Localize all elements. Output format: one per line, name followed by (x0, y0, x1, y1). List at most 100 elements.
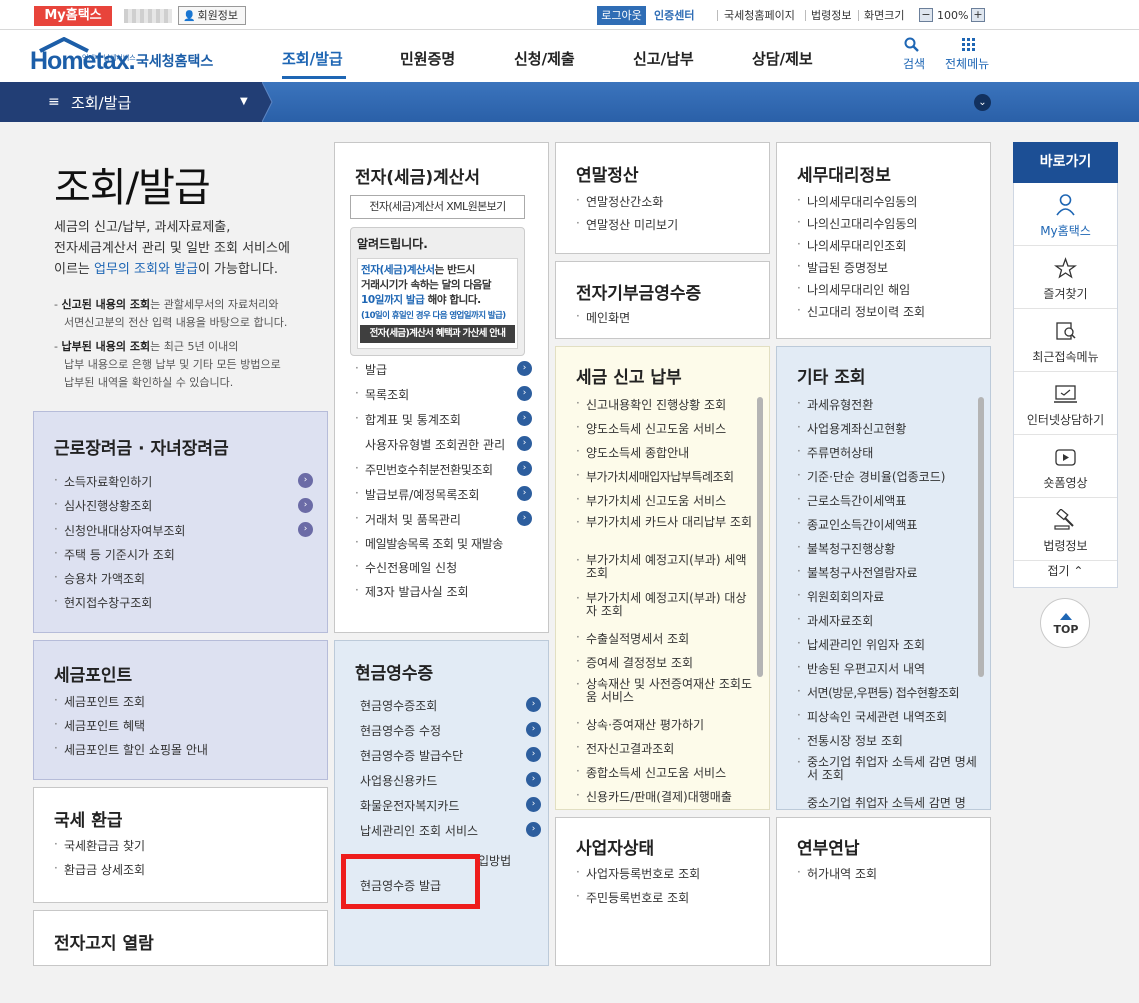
menu-item[interactable]: 수신전용메일 신청 (355, 559, 457, 576)
menu-item[interactable]: 사업용계좌신고현황 (797, 420, 906, 437)
zoom-out-button[interactable]: − (919, 8, 933, 22)
grid-menu-icon[interactable] (962, 38, 976, 52)
menu-item[interactable]: 납세관리인 조회 서비스 (360, 822, 478, 839)
quick-item-myhometax[interactable]: My홈택스 (1014, 184, 1117, 246)
menu-item[interactable]: 합계표 및 통계조회 (355, 411, 461, 428)
chevron-down-icon[interactable]: ⌄ (974, 94, 991, 111)
menu-item[interactable]: 현금영수증 수정 (360, 722, 441, 739)
menu-item[interactable]: 반송된 우편고지서 내역 (797, 660, 925, 677)
menu-item[interactable]: 메일발송목록 조회 및 재발송 (355, 535, 503, 552)
menu-item[interactable]: 심사진행상황조회 (54, 497, 152, 514)
quick-item-favorites[interactable]: 즐겨찾기 (1014, 247, 1117, 309)
myhometax-tab[interactable]: My홈택스 (34, 6, 112, 26)
cert-center-link[interactable]: 인증센터 (654, 6, 694, 25)
chevron-right-icon[interactable]: › (298, 498, 313, 513)
chevron-right-icon[interactable]: › (526, 722, 541, 737)
menu-item[interactable]: 부가가치세 신고도움 서비스 (576, 492, 726, 509)
law-info-link[interactable]: 법령정보 (811, 6, 851, 25)
menu-item[interactable]: 전통시장 정보 조회 (797, 732, 903, 749)
zoom-in-button[interactable]: + (971, 8, 985, 22)
menu-item[interactable]: 현금영수증 발급수단 (360, 747, 463, 764)
menu-item[interactable]: 전자신고결과조회 (576, 740, 674, 757)
menu-item[interactable]: 신청안내대상자여부조회 (54, 522, 185, 539)
menu-item[interactable]: 부가가치세 예정고지(부과) 세액조회 (576, 554, 756, 580)
chevron-right-icon[interactable]: › (526, 822, 541, 837)
collapse-button[interactable]: 접기 ⌃ (1014, 562, 1117, 579)
menu-item[interactable]: 중소기업 취업자 소득세 감면 명세서 조회 (797, 756, 977, 782)
menu-item[interactable]: 세금포인트 혜택 (54, 717, 145, 734)
menu-item[interactable]: 화물운전자복지카드 (360, 797, 459, 814)
hometax-logo[interactable]: Hometax. 언제나 납세서비스 국세청홈택스 (30, 35, 220, 79)
menu-item[interactable]: 종교인소득간이세액표 (797, 516, 917, 533)
gnb-consult-report[interactable]: 상담/제보 (752, 48, 813, 69)
menu-item[interactable]: 불복청구사전열람자료 (797, 564, 917, 581)
search-label[interactable]: 검색 (903, 55, 925, 72)
gnb-apply-submit[interactable]: 신청/제출 (514, 48, 575, 69)
menu-item[interactable]: 상속·증여재산 평가하기 (576, 716, 704, 733)
menu-item[interactable]: 양도소득세 신고도움 서비스 (576, 420, 726, 437)
menu-item[interactable]: 소득자료확인하기 (54, 473, 152, 490)
menu-item[interactable]: 발급보류/예정목록조회 (355, 486, 479, 503)
member-info-button[interactable]: 👤 회원정보 (178, 6, 246, 25)
quick-item-law[interactable]: 법령정보 (1014, 499, 1117, 561)
menu-item[interactable]: 기준·단순 경비율(업종코드) (797, 468, 945, 485)
chevron-right-icon[interactable]: › (526, 772, 541, 787)
menu-item[interactable]: 연말정산 미리보기 (576, 216, 678, 233)
menu-item[interactable]: 납세관리인 위임자 조회 (797, 636, 925, 653)
menu-item[interactable]: 환급금 상세조회 (54, 861, 145, 878)
menu-item[interactable]: 부가가치세매입자납부특례조회 (576, 468, 734, 485)
menu-item[interactable]: 신고내용확인 진행상황 조회 (576, 396, 726, 413)
menu-item[interactable]: 사용자유형별 조회권한 관리 (365, 436, 516, 453)
menu-item[interactable]: 위원회회의자료 (797, 588, 884, 605)
menu-item[interactable]: 제3자 발급사실 조회 (355, 583, 469, 600)
menu-item[interactable]: 신고대리 정보이력 조회 (797, 303, 925, 320)
search-icon[interactable] (904, 37, 920, 53)
menu-item[interactable]: 양도소득세 종합안내 (576, 444, 689, 461)
nts-homepage-link[interactable]: 국세청홈페이지 (724, 6, 795, 25)
chevron-right-icon[interactable]: › (517, 461, 532, 476)
menu-item[interactable]: 수출실적명세서 조회 (576, 630, 689, 647)
benefit-penalty-button[interactable]: 전자(세금)계산서 혜택과 가산세 안내 (360, 325, 515, 343)
menu-item[interactable]: 목록조회 (355, 386, 409, 403)
menu-item[interactable]: 상속재산 및 사전증여재산 조회도움 서비스 (576, 678, 756, 704)
scrollbar[interactable] (757, 397, 763, 677)
gnb-civil-certificate[interactable]: 민원증명 (400, 48, 455, 69)
menu-item[interactable]: 메인화면 (576, 309, 630, 326)
menu-item[interactable]: 발급된 증명정보 (797, 259, 888, 276)
chevron-right-icon[interactable]: › (517, 411, 532, 426)
scrollbar[interactable] (978, 397, 984, 677)
menu-item[interactable]: 현금영수증조회 (360, 697, 437, 714)
menu-item-partial[interactable]: 입방법 (478, 852, 511, 869)
chevron-right-icon[interactable]: › (526, 797, 541, 812)
chevron-right-icon[interactable]: › (526, 747, 541, 762)
chevron-right-icon[interactable]: › (298, 522, 313, 537)
menu-item[interactable]: 주류면허상태 (797, 444, 873, 461)
chevron-right-icon[interactable]: › (517, 436, 532, 451)
card-e-notice[interactable]: 전자고지 열람 (33, 910, 328, 966)
menu-item[interactable]: 승용차 가액조회 (54, 570, 145, 587)
menu-item[interactable]: 나의신고대리수임동의 (797, 215, 917, 232)
quick-item-online-consult[interactable]: 인터넷상담하기 (1014, 373, 1117, 435)
menu-item[interactable]: 과세자료조회 (797, 612, 873, 629)
menu-item[interactable]: 불복청구진행상황 (797, 540, 895, 557)
chevron-right-icon[interactable]: › (298, 473, 313, 488)
menu-item[interactable]: 세금포인트 조회 (54, 693, 145, 710)
menu-item[interactable]: 근로소득간이세액표 (797, 492, 906, 509)
chevron-right-icon[interactable]: › (517, 486, 532, 501)
menu-item[interactable]: 서면(방문,우편등) 접수현황조회 (797, 684, 960, 701)
chevron-right-icon[interactable]: › (526, 697, 541, 712)
menu-item[interactable]: 거래처 및 품목관리 (355, 511, 461, 528)
menu-item[interactable]: 부가가치세 카드사 대리납부 조회 (576, 516, 756, 530)
menu-item[interactable]: 중소기업 취업자 소득세 감면 명 (807, 794, 977, 809)
menu-item[interactable]: 부가가치세 예정고지(부과) 대상자 조회 (576, 592, 756, 618)
quick-item-shortform[interactable]: 숏폼영상 (1014, 436, 1117, 498)
menu-item[interactable]: 신용카드/판매(결제)대행매출 (576, 788, 732, 805)
chevron-right-icon[interactable]: › (517, 386, 532, 401)
menu-item[interactable]: 나의세무대리인조회 (797, 237, 906, 254)
menu-item[interactable]: 사업자등록번호로 조회 (576, 865, 700, 882)
menu-item[interactable]: 주민번호수취분전환및조회 (355, 461, 493, 478)
menu-item[interactable]: 증여세 결정정보 조회 (576, 654, 693, 671)
menu-item[interactable]: 주택 등 기준시가 조회 (54, 546, 175, 563)
menu-item[interactable]: 피상속인 국세관련 내역조회 (797, 708, 947, 725)
logout-button[interactable]: 로그아웃 (597, 6, 646, 25)
